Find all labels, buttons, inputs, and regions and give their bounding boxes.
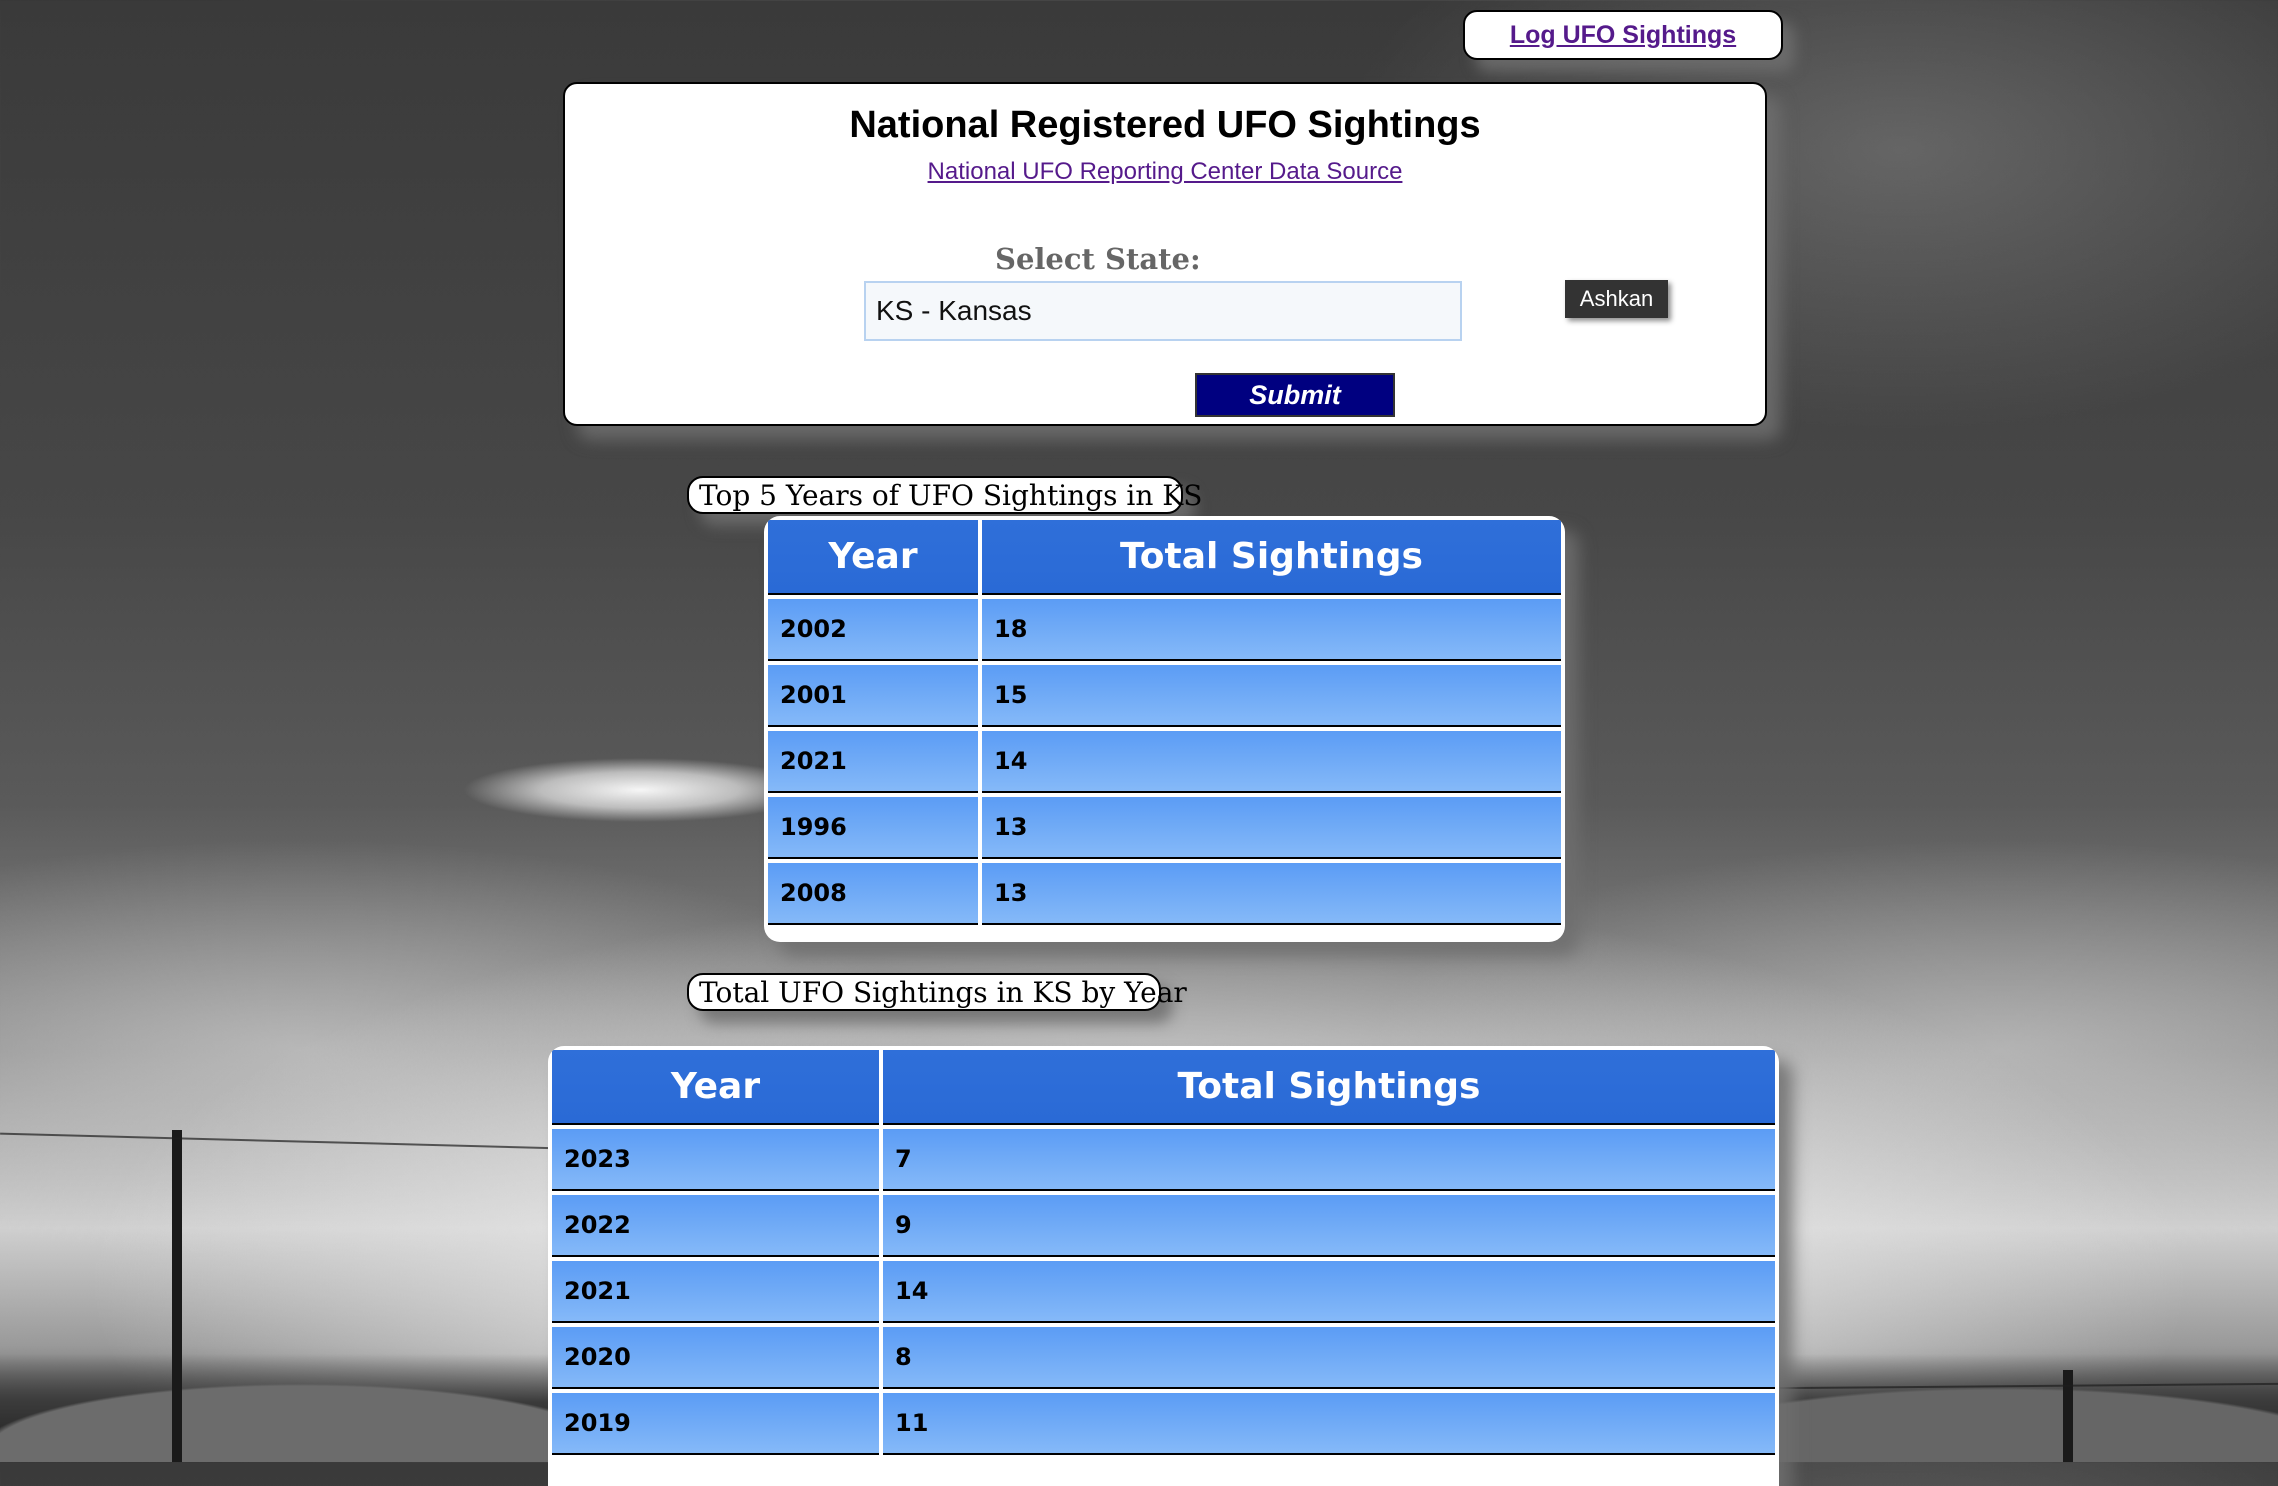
count-cell: 13 — [982, 797, 1561, 859]
count-cell: 18 — [982, 599, 1561, 661]
count-cell: 7 — [883, 1129, 1775, 1191]
table-row: 2020 8 — [552, 1327, 1775, 1389]
by-year-section-label: Total UFO Sightings in KS by Year — [687, 973, 1187, 1011]
search-panel: National Registered UFO Sightings Nation… — [563, 82, 1767, 426]
by-year-table: Year Total Sightings 2023 7 2022 9 2021 … — [548, 1046, 1779, 1459]
count-cell: 14 — [982, 731, 1561, 793]
log-sightings-link-box: Log UFO Sightings — [1463, 10, 1783, 60]
data-source-link[interactable]: National UFO Reporting Center Data Sourc… — [928, 158, 1403, 185]
table-row: 2019 11 — [552, 1393, 1775, 1455]
source-link-wrapper: National UFO Reporting Center Data Sourc… — [565, 158, 1765, 186]
table-header-row: Year Total Sightings — [552, 1050, 1775, 1125]
column-header-year: Year — [552, 1050, 879, 1125]
count-cell: 13 — [982, 863, 1561, 925]
select-state-label: Select State: — [995, 242, 1201, 276]
table-row: 1996 13 — [768, 797, 1561, 859]
year-cell: 1996 — [768, 797, 978, 859]
year-cell: 2021 — [768, 731, 978, 793]
top5-section-label: Top 5 Years of UFO Sightings in KS — [687, 476, 1202, 514]
year-cell: 2002 — [768, 599, 978, 661]
user-name-badge: Ashkan — [1565, 280, 1668, 318]
count-cell: 11 — [883, 1393, 1775, 1455]
count-cell: 15 — [982, 665, 1561, 727]
page-title: National Registered UFO Sightings — [849, 104, 1481, 146]
table-row: 2002 18 — [768, 599, 1561, 661]
power-line — [0, 1132, 560, 1150]
year-cell: 2020 — [552, 1327, 879, 1389]
table-row: 2001 15 — [768, 665, 1561, 727]
table-row: 2008 13 — [768, 863, 1561, 925]
by-year-table-container: Year Total Sightings 2023 7 2022 9 2021 … — [548, 1046, 1779, 1486]
count-cell: 14 — [883, 1261, 1775, 1323]
table-header-row: Year Total Sightings — [768, 520, 1561, 595]
year-cell: 2001 — [768, 665, 978, 727]
table-row: 2021 14 — [552, 1261, 1775, 1323]
state-select[interactable]: KS - Kansas — [864, 281, 1462, 341]
year-cell: 2023 — [552, 1129, 879, 1191]
count-cell: 9 — [883, 1195, 1775, 1257]
table-row: 2022 9 — [552, 1195, 1775, 1257]
table-row: 2021 14 — [768, 731, 1561, 793]
submit-button[interactable]: Submit — [1195, 373, 1395, 417]
column-header-year: Year — [768, 520, 978, 595]
log-sightings-link[interactable]: Log UFO Sightings — [1510, 21, 1736, 50]
column-header-total: Total Sightings — [982, 520, 1561, 595]
year-cell: 2008 — [768, 863, 978, 925]
telephone-pole-left — [172, 1130, 182, 1462]
column-header-total: Total Sightings — [883, 1050, 1775, 1125]
top5-table-container: Year Total Sightings 2002 18 2001 15 202… — [764, 516, 1565, 942]
year-cell: 2022 — [552, 1195, 879, 1257]
table-row: 2023 7 — [552, 1129, 1775, 1191]
top5-table: Year Total Sightings 2002 18 2001 15 202… — [764, 516, 1565, 929]
year-cell: 2021 — [552, 1261, 879, 1323]
count-cell: 8 — [883, 1327, 1775, 1389]
year-cell: 2019 — [552, 1393, 879, 1455]
